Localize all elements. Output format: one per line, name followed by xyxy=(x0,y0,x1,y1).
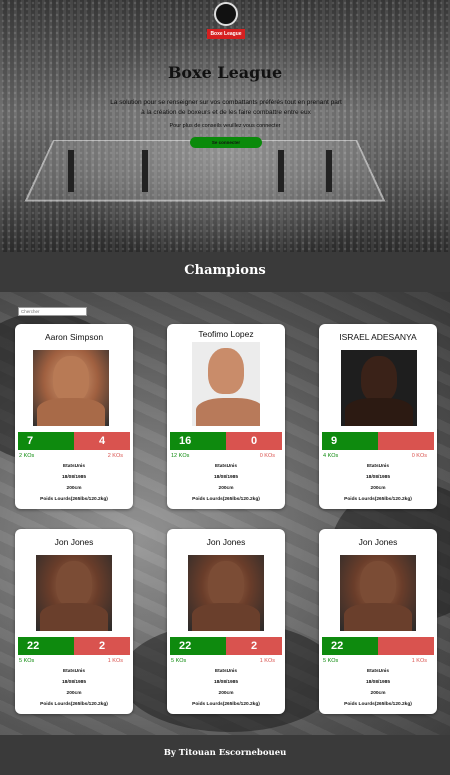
fighter-weight-class: Poids Lourds(265lbs/120.2kg) xyxy=(192,702,260,707)
fighter-weight-class: Poids Lourds(265lbs/120.2kg) xyxy=(40,497,108,502)
fighter-dob: 18/08/1985 xyxy=(61,475,86,480)
win-loss-bar: 9 xyxy=(322,432,434,450)
wins-count: 22 xyxy=(18,637,74,655)
fighter-height: 200cm xyxy=(218,486,234,491)
ko-wins: 5 KOs xyxy=(171,658,187,664)
ring-post xyxy=(278,150,284,192)
losses-count: 2 xyxy=(74,637,130,655)
footer: By Titouan Escorneboueu xyxy=(0,735,450,775)
ko-losses: 2 KOs xyxy=(107,453,123,459)
fighter-card[interactable]: Jon Jones 22 5 KOs 1 KOs EtatsUnis 18/08… xyxy=(319,529,437,714)
site-description: La solution pour se renseigner sur vos c… xyxy=(110,99,342,116)
fighter-photo xyxy=(341,350,417,426)
fighter-name: ISRAEL ADESANYA xyxy=(339,332,417,342)
section-header: Champions xyxy=(0,252,450,292)
ko-wins: 12 KOs xyxy=(171,453,190,459)
footer-credit: By Titouan Escorneboueu xyxy=(163,748,287,758)
fighter-height: 200cm xyxy=(370,486,386,491)
fighter-height: 200cm xyxy=(370,691,386,696)
win-loss-bar: 7 4 xyxy=(18,432,130,450)
fighter-photo xyxy=(36,555,112,631)
fighter-country: EtatsUnis xyxy=(214,669,238,674)
fighter-photo xyxy=(340,555,416,631)
boxing-glove-icon xyxy=(214,2,238,26)
fighter-country: EtatsUnis xyxy=(366,669,390,674)
fighter-weight-class: Poids Lourds(265lbs/120.2kg) xyxy=(192,497,260,502)
wins-count: 16 xyxy=(170,432,226,450)
login-button[interactable]: Se connecter xyxy=(190,137,262,148)
ko-losses: 0 KOs xyxy=(259,453,275,459)
fighter-country: EtatsUnis xyxy=(62,464,86,469)
fighter-country: EtatsUnis xyxy=(366,464,390,469)
ko-losses: 0 KOs xyxy=(411,453,427,459)
fighter-dob: 18/08/1985 xyxy=(365,475,390,480)
ko-losses: 1 KOs xyxy=(411,658,427,664)
losses-count: 2 xyxy=(226,637,282,655)
wins-count: 22 xyxy=(322,637,378,655)
ko-wins: 5 KOs xyxy=(323,658,339,664)
fighter-weight-class: Poids Lourds(265lbs/120.2kg) xyxy=(344,497,412,502)
fighter-card[interactable]: Jon Jones 22 2 5 KOs 1 KOs EtatsUnis 18/… xyxy=(167,529,285,714)
fighter-dob: 18/08/1985 xyxy=(213,680,238,685)
fighter-country: EtatsUnis xyxy=(62,669,86,674)
fighter-name: Jon Jones xyxy=(358,537,398,547)
fighter-name: Jon Jones xyxy=(206,537,246,547)
win-loss-bar: 22 2 xyxy=(18,637,130,655)
win-loss-bar: 16 0 xyxy=(170,432,282,450)
fighter-dob: 18/08/1985 xyxy=(213,475,238,480)
fighter-card[interactable]: Jon Jones 22 2 5 KOs 1 KOs EtatsUnis 18/… xyxy=(15,529,133,714)
fighter-dob: 18/08/1985 xyxy=(365,680,390,685)
champions-grid: Aaron Simpson 7 4 2 KOs 2 KOs EtatsUnis … xyxy=(0,292,450,735)
ko-wins: 2 KOs xyxy=(19,453,35,459)
fighter-weight-class: Poids Lourds(265lbs/120.2kg) xyxy=(344,702,412,707)
login-prompt: Pour plus de conseils veuillez vous conn… xyxy=(169,123,281,129)
losses-count: 0 xyxy=(226,432,282,450)
fighter-country: EtatsUnis xyxy=(214,464,238,469)
fighter-dob: 18/08/1985 xyxy=(61,680,86,685)
fighter-height: 200cm xyxy=(66,691,82,696)
wins-count: 9 xyxy=(322,432,378,450)
losses-count: 4 xyxy=(74,432,130,450)
section-title: Champions xyxy=(184,263,266,278)
fighter-card[interactable]: Teofimo Lopez 16 0 12 KOs 0 KOs EtatsUni… xyxy=(167,324,285,509)
ring-post xyxy=(326,150,332,192)
fighter-card[interactable]: ISRAEL ADESANYA 9 4 KOs 0 KOs EtatsUnis … xyxy=(319,324,437,509)
ko-wins: 4 KOs xyxy=(323,453,339,459)
ring-post xyxy=(68,150,74,192)
ring-post xyxy=(142,150,148,192)
fighter-name: Jon Jones xyxy=(54,537,94,547)
wins-count: 22 xyxy=(170,637,226,655)
search-input[interactable] xyxy=(18,307,87,316)
wins-count: 7 xyxy=(18,432,74,450)
fighter-photo xyxy=(188,555,264,631)
logo[interactable]: Boxe League xyxy=(206,2,246,42)
losses-count xyxy=(378,637,434,655)
site-title: Boxe League xyxy=(167,63,283,82)
fighter-height: 200cm xyxy=(218,691,234,696)
win-loss-bar: 22 2 xyxy=(170,637,282,655)
fighter-name: Teofimo Lopez xyxy=(198,329,254,339)
losses-count xyxy=(378,432,434,450)
fighter-weight-class: Poids Lourds(265lbs/120.2kg) xyxy=(40,702,108,707)
fighter-photo xyxy=(33,350,109,426)
fighter-name: Aaron Simpson xyxy=(44,332,104,342)
hero-banner: Boxe League Boxe League La solution pour… xyxy=(0,0,450,252)
fighter-photo xyxy=(192,342,260,426)
win-loss-bar: 22 xyxy=(322,637,434,655)
fighter-height: 200cm xyxy=(66,486,82,491)
ko-wins: 5 KOs xyxy=(19,658,35,664)
fighter-card[interactable]: Aaron Simpson 7 4 2 KOs 2 KOs EtatsUnis … xyxy=(15,324,133,509)
logo-badge: Boxe League xyxy=(207,29,245,39)
ko-losses: 1 KOs xyxy=(107,658,123,664)
ko-losses: 1 KOs xyxy=(259,658,275,664)
